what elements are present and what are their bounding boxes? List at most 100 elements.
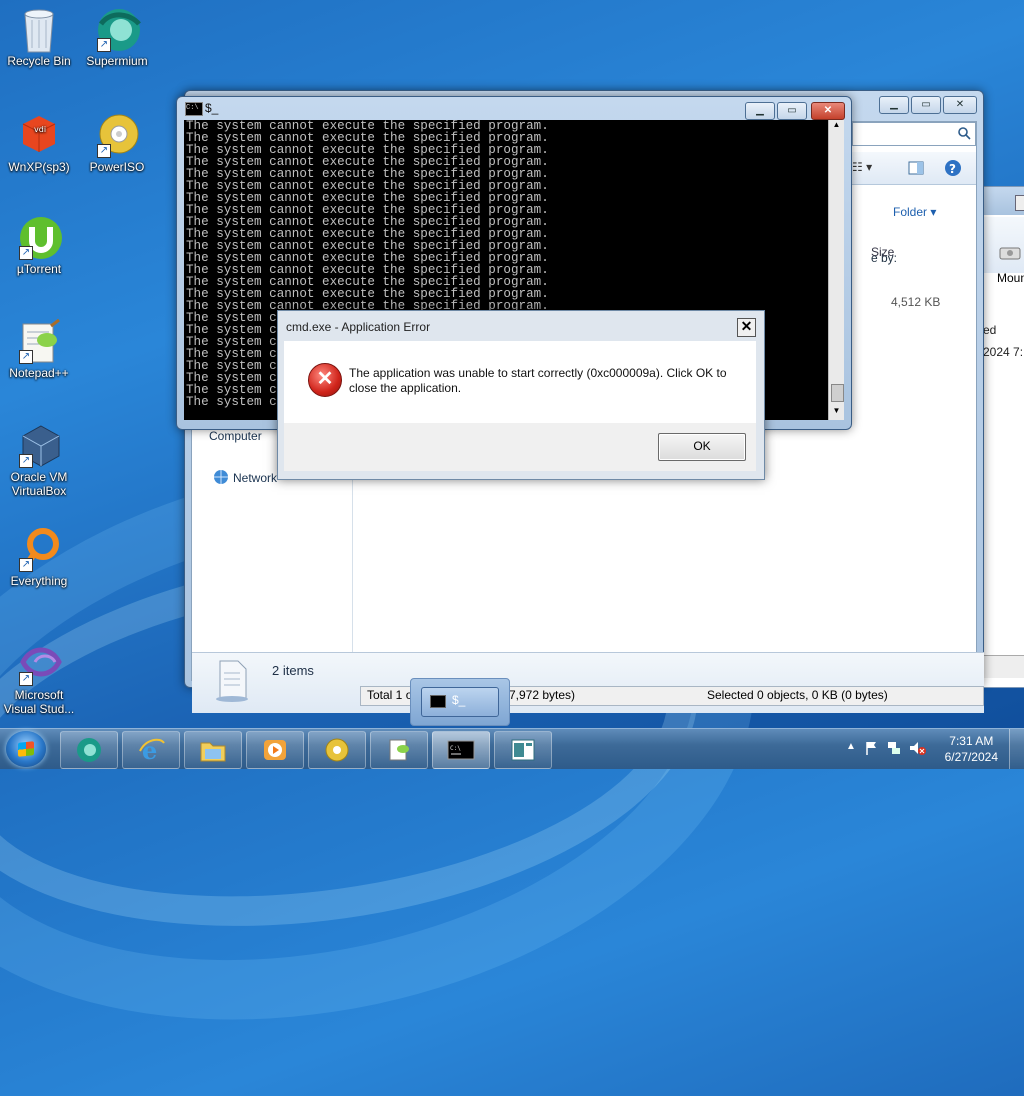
error-icon: ✕ — [308, 363, 342, 397]
shortcut-arrow-icon: ↗ — [19, 454, 33, 468]
desktop-icon-utorrent[interactable]: ↗ µTorrent — [0, 214, 78, 276]
network-icon — [214, 470, 228, 484]
network-icon[interactable] — [886, 740, 902, 756]
close-button[interactable]: ✕ — [943, 96, 977, 114]
maximize-button[interactable]: ▭ — [777, 102, 807, 120]
taskbar-button-poweriso[interactable] — [308, 731, 366, 769]
poweriso-icon: ↗ — [95, 112, 139, 158]
views-icon[interactable]: ☷ ▾ — [852, 160, 872, 174]
date-col-text: 2024 7: — [983, 345, 1024, 359]
clock-date: 6/27/2024 — [944, 750, 998, 764]
column-header-size[interactable]: Size — [871, 245, 894, 259]
taskbar-button-app[interactable] — [494, 731, 552, 769]
desktop-icon-visual-studio[interactable]: ↗ Microsoft Visual Stud... — [0, 640, 78, 716]
application-error-dialog[interactable]: cmd.exe - Application Error ✕ ✕ The appl… — [277, 310, 765, 480]
desktop-icon-label: Everything — [10, 574, 68, 588]
windows-logo-icon — [18, 741, 34, 757]
taskbar-button-media-player[interactable] — [246, 731, 304, 769]
nav-item-label: Computer — [209, 429, 262, 443]
desktop-icon-everything[interactable]: ↗ Everything — [0, 526, 78, 588]
vdi-icon: vdi — [17, 112, 61, 156]
preview-pane-icon[interactable] — [908, 160, 924, 176]
desktop-icon-wnxp[interactable]: vdi WnXP(sp3) — [0, 112, 78, 174]
background-window[interactable]: Moun ed 2024 7: — [982, 186, 1024, 688]
volume-muted-icon[interactable] — [908, 740, 926, 756]
thumbnail-item[interactable]: $_ — [421, 687, 499, 717]
desktop-icon-label: µTorrent — [16, 262, 62, 276]
close-button[interactable]: ✕ — [811, 102, 845, 120]
scroll-up-button[interactable]: ▲ — [830, 120, 843, 134]
maximize-button[interactable]: ▭ — [911, 96, 941, 114]
shortcut-arrow-icon: ↗ — [97, 144, 111, 158]
taskbar-thumbnail-cmd[interactable]: $_ — [410, 678, 510, 726]
minimize-button[interactable]: ▁ — [745, 102, 775, 120]
desktop-icon-label: PowerISO — [89, 160, 145, 174]
internet-explorer-icon: e — [139, 737, 165, 763]
shortcut-arrow-icon: ↗ — [19, 350, 33, 364]
search-input[interactable] — [852, 122, 976, 146]
minimize-button[interactable]: ▁ — [879, 96, 909, 114]
cmd-icon — [430, 695, 446, 708]
nav-item-label: Network — [233, 471, 278, 485]
desktop-icon-label: Oracle VM VirtualBox — [10, 470, 68, 498]
media-player-icon — [264, 740, 286, 760]
everything-icon: ↗ — [17, 526, 61, 572]
desktop-icon-notepadpp[interactable]: ↗ Notepad++ — [0, 318, 78, 380]
ok-button[interactable]: OK — [658, 433, 746, 461]
desktop-icon-label: WnXP(sp3) — [8, 160, 70, 174]
supermium-icon: ↗ — [95, 6, 141, 52]
desktop-icon-recycle-bin[interactable]: Recycle Bin — [0, 6, 78, 68]
status-total: Total 1 o — [367, 688, 413, 702]
desktop-icon-virtualbox[interactable]: ↗ Oracle VM VirtualBox — [0, 422, 78, 498]
horizontal-scrollbar[interactable] — [983, 655, 1024, 678]
taskbar: e C:\ ▲ 7:31 AM 6/27/2024 — [0, 728, 1024, 769]
desktop-icon-label: Supermium — [86, 54, 148, 68]
start-button[interactable] — [6, 731, 46, 767]
dialog-message: The application was unable to start corr… — [349, 366, 727, 395]
shortcut-arrow-icon: ↗ — [19, 672, 33, 686]
taskbar-button-explorer[interactable] — [184, 731, 242, 769]
poweriso-icon — [325, 738, 349, 762]
taskbar-button-cmd[interactable]: C:\ — [432, 731, 490, 769]
shortcut-arrow-icon: ↗ — [19, 246, 33, 260]
shortcut-arrow-icon: ↗ — [97, 38, 111, 52]
taskbar-button-notepadpp[interactable] — [370, 731, 428, 769]
action-center-flag-icon[interactable] — [864, 740, 880, 756]
status-total-size: 7,972 bytes) — [509, 688, 576, 702]
show-hidden-icons-button[interactable]: ▲ — [846, 741, 856, 752]
scroll-down-button[interactable]: ▼ — [830, 406, 843, 420]
clock[interactable]: 7:31 AM 6/27/2024 — [945, 733, 998, 765]
file-size: 4,512 KB — [891, 295, 941, 309]
scroll-button[interactable] — [1015, 195, 1024, 211]
shortcut-arrow-icon: ↗ — [19, 558, 33, 572]
scroll-thumb[interactable] — [831, 384, 844, 402]
cmd-icon: C:\ — [447, 740, 475, 760]
drive-icon — [999, 247, 1021, 260]
virtualbox-icon: ↗ — [17, 422, 61, 468]
svg-text:C:\: C:\ — [450, 745, 461, 752]
item-count: 2 items — [272, 663, 314, 678]
notepadpp-icon — [389, 739, 409, 761]
desktop-icon-poweriso[interactable]: ↗ PowerISO — [78, 112, 156, 174]
status-selected: Selected 0 objects, 0 KB (0 bytes) — [707, 688, 888, 702]
arrange-by-dropdown[interactable]: Folder ▾ — [893, 205, 936, 219]
utorrent-icon: ↗ — [17, 214, 62, 260]
mount-label[interactable]: Moun — [997, 271, 1024, 285]
help-icon[interactable]: ? — [944, 159, 962, 177]
dialog-footer: OK — [284, 423, 756, 471]
vertical-scrollbar[interactable]: ▲ ▼ — [828, 120, 844, 420]
taskbar-button-supermium[interactable] — [60, 731, 118, 769]
window-app-icon — [511, 739, 535, 761]
desktop-icon-supermium[interactable]: ↗ Supermium — [78, 6, 156, 68]
arrange-by-value: Folder — [893, 205, 928, 219]
visual-studio-icon: ↗ — [17, 640, 62, 686]
system-tray: ▲ 7:31 AM 6/27/2024 — [834, 729, 1024, 769]
cmd-title: $_ — [205, 101, 219, 115]
desktop-icon-label: Microsoft Visual Stud... — [3, 688, 75, 716]
show-desktop-button[interactable] — [1009, 729, 1024, 769]
taskbar-button-ie[interactable]: e — [122, 731, 180, 769]
desktop-icon-label: Recycle Bin — [7, 54, 71, 68]
dialog-title: cmd.exe - Application Error — [286, 320, 431, 334]
recycle-bin-icon — [17, 6, 61, 53]
dialog-close-button[interactable]: ✕ — [737, 318, 756, 337]
